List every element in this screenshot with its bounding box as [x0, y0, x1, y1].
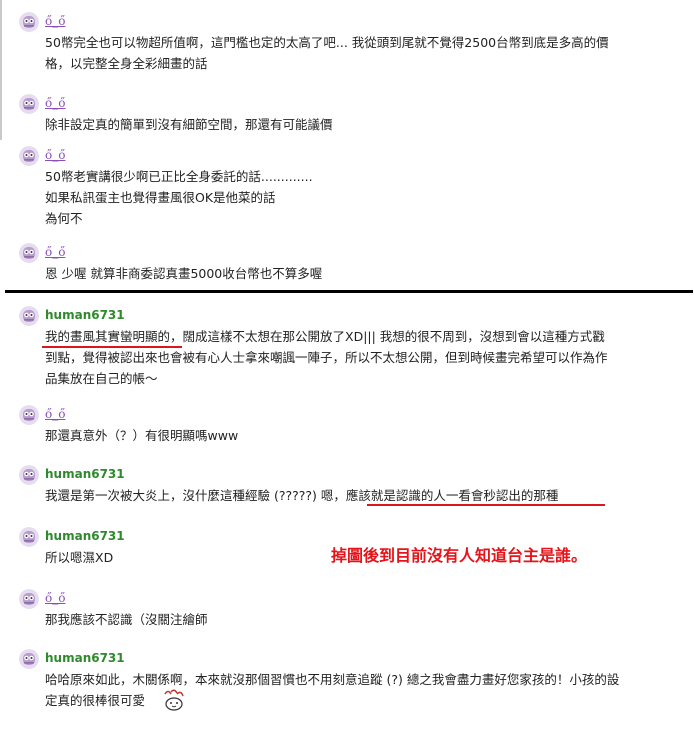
- comment-line: 除非設定真的簡單到沒有細節空間，那還有可能議價: [45, 117, 333, 132]
- comment-line: 定真的很棒很可愛: [45, 693, 146, 708]
- red-underline-mark: [42, 346, 182, 348]
- comment-line: 我還是第一次被大炎上，沒什麼這種經驗 (?????) 嗯，應該就是認識的人一看會…: [45, 488, 559, 503]
- owl-avatar-icon[interactable]: [19, 589, 39, 609]
- red-underline-mark: [367, 504, 605, 506]
- comment-text: 恩 少喔 就算非商委認真畫5000收台幣也不算多喔: [45, 263, 677, 284]
- owl-avatar-icon[interactable]: [19, 649, 39, 669]
- owl-avatar-icon[interactable]: [19, 527, 39, 547]
- comment-line: 如果私訊蛋主也覺得畫風很OK是他菜的話: [45, 190, 276, 205]
- comment-text: 哈哈原來如此，木關係啊，本來就沒那個習慣也不用刻意追蹤 (?) 總之我會盡力畫好…: [45, 669, 677, 711]
- comment-line: 到點，覺得被認出來也會被有心人士拿來嘲諷一陣子，所以不太想公開，但到時候畫完希望…: [45, 350, 608, 365]
- username-link[interactable]: human6731: [45, 529, 125, 543]
- comment-text: 除非設定真的簡單到沒有細節空間，那還有可能議價: [45, 114, 677, 135]
- comment-text: 我還是第一次被大炎上，沒什麼這種經驗 (?????) 嗯，應該就是認識的人一看會…: [45, 485, 677, 506]
- comment-line: 50幣老實講很少啊已正比全身委託的話.............: [45, 169, 313, 184]
- comment-text: 那我應該不認識（沒關注繪師: [45, 609, 677, 630]
- comment-line: 那還真意外（？）有很明顯嗎www: [45, 428, 239, 443]
- left-edge-bar: [0, 0, 2, 140]
- owl-avatar-icon[interactable]: [19, 94, 39, 114]
- owl-avatar-icon[interactable]: [19, 146, 39, 166]
- comment-text: 我的畫風其實蠻明顯的，闊成這樣不太想在那公開放了XD||| 我想的很不周到，沒想…: [45, 326, 677, 389]
- comment-line: 為何不: [45, 211, 83, 226]
- comment-line: 那我應該不認識（沒關注繪師: [45, 612, 208, 627]
- username-link[interactable]: ő_ő: [45, 591, 65, 605]
- owl-avatar-icon[interactable]: [19, 306, 39, 326]
- owl-avatar-icon[interactable]: [19, 465, 39, 485]
- username-link[interactable]: human6731: [45, 651, 125, 665]
- owl-avatar-icon[interactable]: [19, 243, 39, 263]
- username-link[interactable]: ő_ő: [45, 148, 65, 162]
- red-annotation-text: 掉圖後到目前沒有人知道台主是誰。: [331, 546, 588, 565]
- username-link[interactable]: ő_ő: [45, 407, 65, 421]
- owl-avatar-icon[interactable]: [19, 12, 39, 32]
- comment-line: 50幣完全也可以物超所值啊，這門檻也定的太高了吧... 我從頭到尾就不覺得250…: [45, 35, 609, 50]
- section-divider: [5, 290, 693, 293]
- username-link[interactable]: ő_ő: [45, 245, 65, 259]
- comment-text: 50幣完全也可以物超所值啊，這門檻也定的太高了吧... 我從頭到尾就不覺得250…: [45, 32, 677, 74]
- comment-line: 哈哈原來如此，木關係啊，本來就沒那個習慣也不用刻意追蹤 (?) 總之我會盡力畫好…: [45, 672, 620, 687]
- username-link[interactable]: human6731: [45, 467, 125, 481]
- comment-line: 品集放在自己的帳～: [45, 371, 158, 386]
- comment-line: 恩 少喔 就算非商委認真畫5000收台幣也不算多喔: [45, 266, 323, 281]
- comment-text: 那還真意外（？）有很明顯嗎www: [45, 425, 677, 446]
- paw-emoji-icon: [161, 688, 187, 712]
- comment-line: 我的畫風其實蠻明顯的，闊成這樣不太想在那公開放了XD||| 我想的很不周到，沒想…: [45, 329, 605, 344]
- username-link[interactable]: ő_ő: [45, 14, 65, 28]
- owl-avatar-icon[interactable]: [19, 405, 39, 425]
- username-link[interactable]: ő_ő: [45, 96, 65, 110]
- comment-text: 50幣老實講很少啊已正比全身委託的話............. 如果私訊蛋主也覺…: [45, 166, 677, 229]
- comment-line: 格，以完整全身全彩細畫的話: [45, 56, 208, 71]
- username-link[interactable]: human6731: [45, 308, 125, 322]
